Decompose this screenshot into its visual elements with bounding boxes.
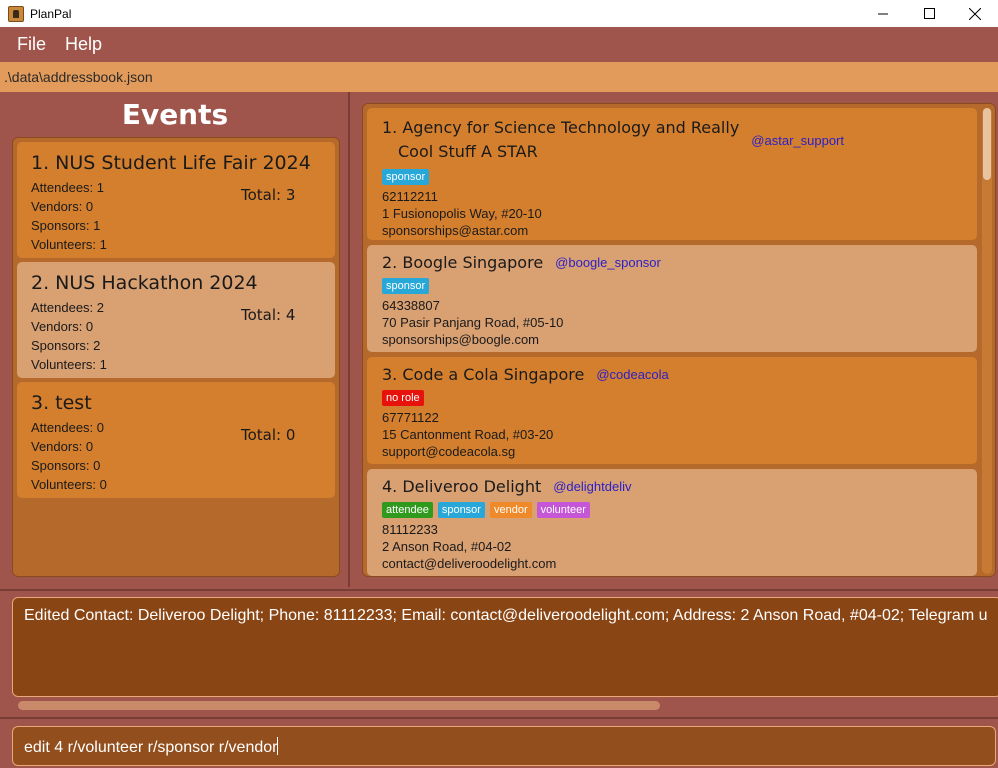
- contacts-panel: 1. Agency for Science Technology and Rea…: [352, 92, 998, 587]
- contact-address: 15 Cantonment Road, #03-20: [382, 427, 554, 442]
- app-icon: [8, 5, 24, 22]
- contact-email: contact@deliveroodelight.com: [382, 556, 557, 571]
- contacts-scrollbar[interactable]: [982, 108, 992, 574]
- contact-header: 1. Agency for Science Technology and Rea…: [382, 116, 977, 164]
- event-total: Total: 3: [241, 186, 296, 204]
- contact-name-continued: Cool Stuff A STAR: [398, 142, 538, 161]
- title-bar: PlanPal: [0, 0, 998, 27]
- close-icon[interactable]: [952, 0, 998, 27]
- contact-email: sponsorships@boogle.com: [382, 332, 540, 347]
- tag-attendee: attendee: [382, 502, 433, 518]
- contact-tags: attendee sponsor vendor volunteer: [382, 502, 977, 518]
- contact-card[interactable]: 4. Deliveroo Delight @delightdeliv atten…: [367, 469, 977, 576]
- text-caret: [277, 737, 279, 755]
- event-name: 3. test: [31, 392, 92, 414]
- event-card[interactable]: 1. NUS Student Life Fair 2024 Attendees:…: [17, 142, 335, 258]
- window-title: PlanPal: [30, 6, 72, 21]
- contact-tags: sponsor: [382, 169, 977, 185]
- event-volunteers: Volunteers: 1: [31, 237, 107, 252]
- menu-help[interactable]: Help: [65, 34, 102, 55]
- tag-sponsor: sponsor: [382, 169, 430, 185]
- result-panel: Edited Contact: Deliveroo Delight; Phone…: [0, 589, 998, 717]
- contact-telegram-handle: @boogle_sponsor: [555, 255, 661, 270]
- contact-telegram-handle: @codeacola: [596, 367, 669, 382]
- tag-sponsor: sponsor: [382, 278, 430, 294]
- tag-sponsor: sponsor: [437, 502, 485, 518]
- contact-name-block: 1. Agency for Science Technology and Rea…: [382, 116, 739, 164]
- events-panel: Events 1. NUS Student Life Fair 2024 Att…: [0, 92, 350, 587]
- contact-phone: 62112211: [382, 189, 438, 204]
- contact-email: sponsorships@astar.com: [382, 223, 529, 238]
- event-volunteers: Volunteers: 0: [31, 477, 107, 492]
- event-name: 1. NUS Student Life Fair 2024: [31, 152, 311, 174]
- event-total: Total: 0: [241, 426, 296, 444]
- contact-name: 4. Deliveroo Delight: [382, 477, 542, 496]
- tag-no-role: no role: [382, 390, 424, 406]
- contact-card[interactable]: 3. Code a Cola Singapore @codeacola no r…: [367, 357, 977, 464]
- command-panel: edit 4 r/volunteer r/sponsor r/vendor: [0, 717, 998, 768]
- contacts-scroll-thumb[interactable]: [983, 108, 991, 180]
- window-controls: [860, 0, 998, 27]
- contact-tags: no role: [382, 390, 977, 406]
- event-name: 2. NUS Hackathon 2024: [31, 272, 258, 294]
- event-card[interactable]: 3. test Attendees: 0 Vendors: 0 Sponsors…: [17, 382, 335, 498]
- contact-header: 2. Boogle Singapore @boogle_sponsor: [382, 253, 977, 272]
- storage-path: .\data\addressbook.json: [0, 62, 998, 92]
- result-horizontal-scrollbar[interactable]: [18, 701, 660, 710]
- result-display[interactable]: Edited Contact: Deliveroo Delight; Phone…: [12, 597, 998, 697]
- contact-address: 2 Anson Road, #04-02: [382, 539, 512, 554]
- event-sponsors: Sponsors: 1: [31, 218, 101, 233]
- contact-phone: 64338807: [382, 298, 440, 313]
- event-card[interactable]: 2. NUS Hackathon 2024 Attendees: 2 Vendo…: [17, 262, 335, 378]
- menu-file[interactable]: File: [17, 34, 46, 55]
- contact-phone: 67771122: [382, 410, 439, 425]
- contact-phone: 81112233: [382, 522, 438, 537]
- contact-name: 1. Agency for Science Technology and Rea…: [382, 118, 740, 137]
- events-list[interactable]: 1. NUS Student Life Fair 2024 Attendees:…: [12, 137, 340, 577]
- command-text: edit 4 r/volunteer r/sponsor r/vendor: [24, 739, 278, 756]
- event-volunteers: Volunteers: 1: [31, 357, 107, 372]
- contacts-list[interactable]: 1. Agency for Science Technology and Rea…: [362, 103, 996, 577]
- tag-vendor: vendor: [489, 502, 532, 518]
- event-sponsors: Sponsors: 0: [31, 458, 101, 473]
- tag-volunteer: volunteer: [536, 502, 590, 518]
- maximize-icon[interactable]: [906, 0, 952, 27]
- contact-card[interactable]: 1. Agency for Science Technology and Rea…: [367, 108, 977, 240]
- contact-email: support@codeacola.sg: [382, 444, 516, 459]
- contact-card[interactable]: 2. Boogle Singapore @boogle_sponsor spon…: [367, 245, 977, 352]
- event-sponsors: Sponsors: 2: [31, 338, 101, 353]
- contact-telegram-handle: @delightdeliv: [553, 479, 632, 494]
- command-input[interactable]: edit 4 r/volunteer r/sponsor r/vendor: [12, 726, 996, 766]
- contact-header: 4. Deliveroo Delight @delightdeliv: [382, 477, 977, 496]
- contact-name: 2. Boogle Singapore: [382, 253, 544, 272]
- contact-telegram-handle: @astar_support: [751, 132, 844, 148]
- menu-bar: File Help: [0, 27, 998, 62]
- contact-header: 3. Code a Cola Singapore @codeacola: [382, 365, 977, 384]
- events-title: Events: [121, 98, 229, 131]
- contact-tags: sponsor: [382, 278, 977, 294]
- contact-address: 1 Fusionopolis Way, #20-10: [382, 206, 542, 221]
- minimize-icon[interactable]: [860, 0, 906, 27]
- contact-name: 3. Code a Cola Singapore: [382, 365, 585, 384]
- contact-address: 70 Pasir Panjang Road, #05-10: [382, 315, 564, 330]
- event-total: Total: 4: [241, 306, 296, 324]
